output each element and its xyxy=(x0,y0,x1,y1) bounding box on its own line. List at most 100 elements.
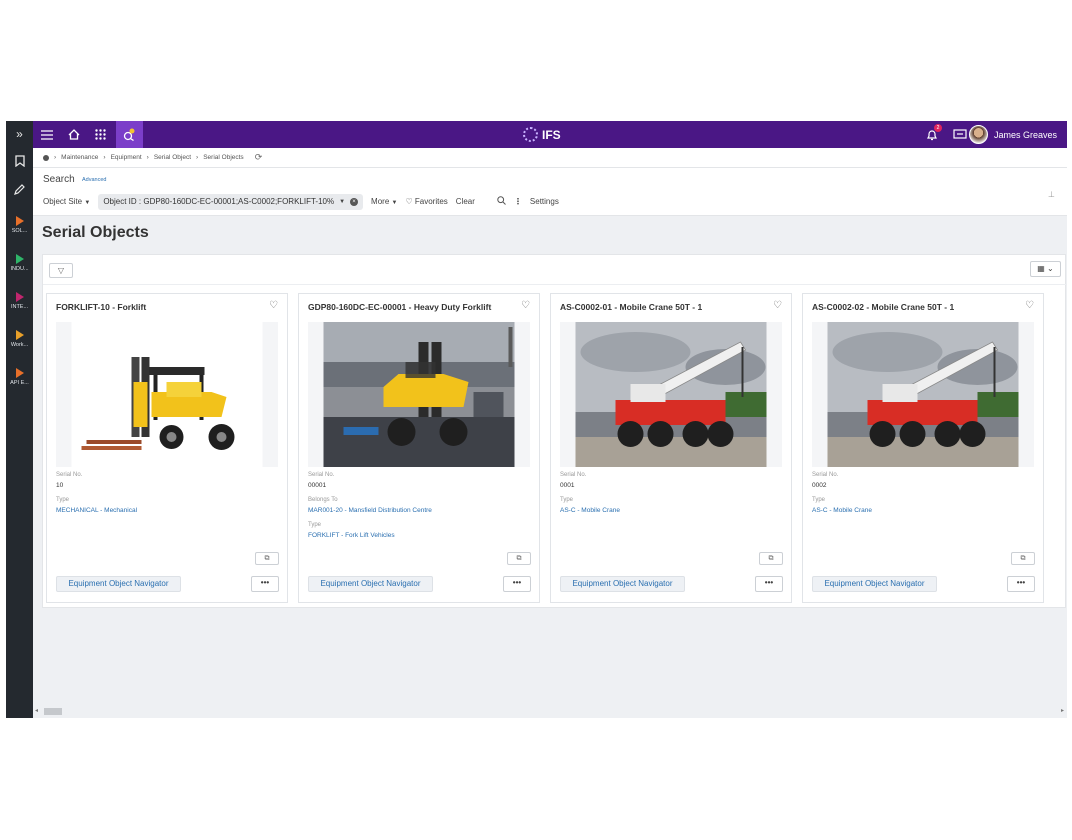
type-link[interactable]: AS-C - Mobile Crane xyxy=(560,507,620,514)
breadcrumb-item[interactable]: Serial Object xyxy=(154,154,191,161)
more-dropdown[interactable]: More ▼ xyxy=(371,197,397,206)
mobile-crane-image xyxy=(560,322,782,467)
card-title[interactable]: GDP80-160DC-EC-00001 - Heavy Duty Forkli… xyxy=(308,302,491,312)
caret-down-icon: ▼ xyxy=(391,200,398,206)
type-link[interactable]: FORKLIFT - Fork Lift Vehicles xyxy=(308,532,395,539)
serial-object-card[interactable]: AS-C0002-02 - Mobile Crane 50T - 1 ♡ Ser… xyxy=(802,293,1044,603)
clear-chip-icon[interactable]: × xyxy=(350,197,359,206)
page-title: Serial Objects xyxy=(42,224,149,241)
hamburger-menu-icon[interactable] xyxy=(33,121,60,148)
more-options-button[interactable]: ••• xyxy=(755,576,783,592)
type-link[interactable]: AS-C - Mobile Crane xyxy=(812,507,872,514)
scroll-right-icon[interactable]: ▸ xyxy=(1061,707,1064,714)
scrollbar-thumb[interactable] xyxy=(44,708,62,715)
settings-button[interactable]: Settings xyxy=(530,197,559,206)
search-panel: Search Advanced Object Site ▼ Object ID … xyxy=(33,168,1067,216)
apps-grid-icon[interactable] xyxy=(87,121,114,148)
rail-item-inte[interactable]: INTE... xyxy=(6,292,33,310)
avatar xyxy=(968,125,988,144)
favorite-heart-icon[interactable]: ♡ xyxy=(1025,300,1034,311)
object-id-filter-text: Object ID : GDP80-160DC-EC-00001;AS-C000… xyxy=(103,197,335,206)
serial-no-label: Serial No. xyxy=(56,472,83,478)
search-icon[interactable] xyxy=(116,121,143,148)
serial-object-card[interactable]: AS-C0002-01 - Mobile Crane 50T - 1 ♡ Ser… xyxy=(550,293,792,603)
serial-object-card[interactable]: GDP80-160DC-EC-00001 - Heavy Duty Forkli… xyxy=(298,293,540,603)
filter-row: Object Site ▼ Object ID : GDP80-160DC-EC… xyxy=(43,193,559,210)
rail-item-api[interactable]: API E... xyxy=(6,368,33,386)
rail-item-label: API E... xyxy=(10,380,29,386)
serial-no-value: 00001 xyxy=(308,482,327,489)
card-list-panel: ▽ ▦ ⌄ FORKLIFT-10 - Forklift ♡ Serial No… xyxy=(42,254,1067,608)
open-details-icon[interactable]: ⧉ xyxy=(1011,552,1035,565)
rail-item-indu[interactable]: INDU... xyxy=(6,254,33,272)
rail-item-label: Work... xyxy=(10,342,29,348)
favorites-button[interactable]: ♡ Favorites xyxy=(405,197,447,206)
view-toggle-grid-icon[interactable]: ▦ ⌄ xyxy=(1030,261,1061,277)
belongs-to-link[interactable]: MAR001-20 - Mansfield Distribution Centr… xyxy=(308,507,432,514)
horizontal-scrollbar[interactable]: ◂ ▸ xyxy=(33,706,1067,718)
more-label: More xyxy=(371,197,390,206)
scroll-left-icon[interactable]: ◂ xyxy=(35,707,38,714)
refresh-icon[interactable]: ⟳ xyxy=(255,152,263,163)
card-title[interactable]: FORKLIFT-10 - Forklift xyxy=(56,302,146,312)
caret-down-icon: ▼ xyxy=(84,200,91,206)
type-link[interactable]: MECHANICAL - Mechanical xyxy=(56,507,137,514)
notifications-bell-icon[interactable]: 2 xyxy=(918,121,945,148)
chevron-right-icon: › xyxy=(103,154,106,161)
bookmark-icon[interactable] xyxy=(6,155,33,170)
kebab-menu-icon[interactable]: ⋮ xyxy=(514,197,522,206)
breadcrumb-item[interactable]: Maintenance xyxy=(61,154,98,161)
user-name: James Greaves xyxy=(993,129,1057,140)
play-icon xyxy=(15,216,24,226)
rail-item-sol[interactable]: SOL... xyxy=(6,216,33,234)
clear-button[interactable]: Clear xyxy=(456,197,475,206)
filter-funnel-icon[interactable]: ▽ xyxy=(49,263,73,278)
open-details-icon[interactable]: ⧉ xyxy=(507,552,531,565)
ifs-logo: IFS xyxy=(523,126,561,143)
pin-icon[interactable]: ⊥ xyxy=(1048,190,1055,199)
favorite-heart-icon[interactable]: ♡ xyxy=(521,300,530,311)
serial-no-value: 0001 xyxy=(560,482,575,489)
play-icon xyxy=(15,368,24,378)
panel-toolbar: ▽ ▦ ⌄ xyxy=(43,255,1067,285)
more-options-button[interactable]: ••• xyxy=(251,576,279,592)
open-details-icon[interactable]: ⧉ xyxy=(255,552,279,565)
play-icon xyxy=(15,330,24,340)
search-submit-icon[interactable] xyxy=(497,196,506,207)
object-id-filter-chip[interactable]: Object ID : GDP80-160DC-EC-00001;AS-C000… xyxy=(98,193,364,210)
heart-icon: ♡ xyxy=(405,197,413,206)
play-icon xyxy=(15,292,24,302)
card-title[interactable]: AS-C0002-02 - Mobile Crane 50T - 1 xyxy=(812,302,954,312)
top-bar: IFS 2 James Greaves xyxy=(33,121,1067,148)
ifs-flower-icon xyxy=(523,127,538,142)
equipment-object-navigator-button[interactable]: Equipment Object Navigator xyxy=(812,576,937,592)
favorite-heart-icon[interactable]: ♡ xyxy=(773,300,782,311)
breadcrumb-home-icon[interactable] xyxy=(43,154,49,161)
more-options-button[interactable]: ••• xyxy=(503,576,531,592)
advanced-search-link[interactable]: Advanced xyxy=(82,177,106,183)
rail-item-work[interactable]: Work... xyxy=(6,330,33,348)
home-icon[interactable] xyxy=(60,121,87,148)
open-details-icon[interactable]: ⧉ xyxy=(759,552,783,565)
caret-down-icon[interactable]: ▼ xyxy=(339,199,345,205)
more-options-button[interactable]: ••• xyxy=(1007,576,1035,592)
rail-item-label: INDU... xyxy=(10,266,29,272)
favorite-heart-icon[interactable]: ♡ xyxy=(269,300,278,311)
edit-pencil-icon[interactable] xyxy=(6,184,33,198)
forklift-image xyxy=(56,322,278,467)
serial-object-card[interactable]: FORKLIFT-10 - Forklift ♡ Serial No. 10 T… xyxy=(46,293,288,603)
object-site-dropdown[interactable]: Object Site ▼ xyxy=(43,197,90,206)
equipment-object-navigator-button[interactable]: Equipment Object Navigator xyxy=(308,576,433,592)
chevron-right-icon: › xyxy=(54,154,57,161)
left-rail: » SOL... INDU... INTE... Work... API E..… xyxy=(6,121,33,718)
user-menu[interactable]: James Greaves xyxy=(968,121,1057,148)
serial-no-label: Serial No. xyxy=(560,472,587,478)
breadcrumb-item[interactable]: Equipment xyxy=(111,154,142,161)
equipment-object-navigator-button[interactable]: Equipment Object Navigator xyxy=(56,576,181,592)
expand-rail-icon[interactable]: » xyxy=(6,127,33,141)
notification-badge: 2 xyxy=(934,124,942,132)
type-label: Type xyxy=(560,497,574,503)
card-title[interactable]: AS-C0002-01 - Mobile Crane 50T - 1 xyxy=(560,302,702,312)
equipment-object-navigator-button[interactable]: Equipment Object Navigator xyxy=(560,576,685,592)
search-title: Search xyxy=(43,174,75,185)
